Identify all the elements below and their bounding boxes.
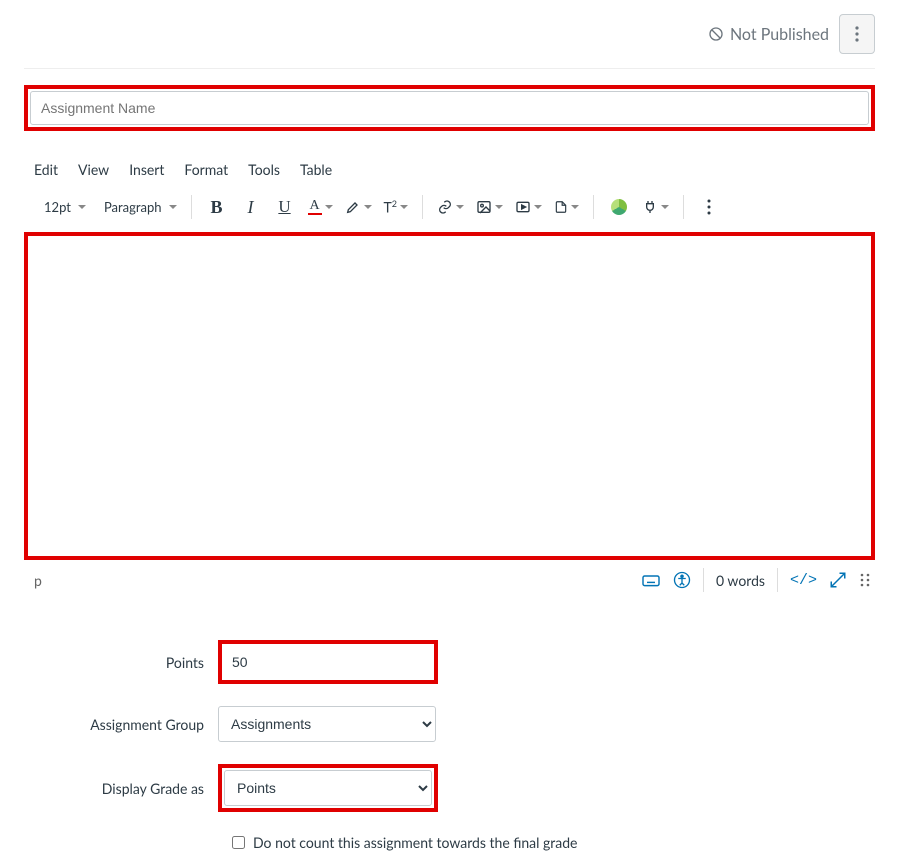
text-color-icon: A: [308, 199, 322, 215]
points-row: Points: [24, 640, 875, 684]
assignment-name-highlight: [24, 85, 875, 131]
more-options-button[interactable]: [839, 14, 875, 54]
display-grade-select[interactable]: Points: [224, 770, 432, 806]
menu-tools[interactable]: Tools: [248, 161, 280, 178]
editor-status-bar: p 0 words </>: [24, 560, 875, 600]
element-path[interactable]: p: [28, 572, 631, 589]
link-button[interactable]: [433, 192, 468, 222]
word-count[interactable]: 0 words: [716, 572, 765, 589]
image-icon: [476, 199, 492, 215]
menu-edit[interactable]: Edit: [34, 161, 58, 178]
points-label: Points: [24, 654, 204, 671]
fullscreen-button[interactable]: [829, 571, 847, 589]
media-icon: [515, 199, 531, 215]
display-grade-row: Display Grade as Points: [24, 764, 875, 812]
media-button[interactable]: [511, 192, 546, 222]
assignment-group-label: Assignment Group: [24, 716, 204, 733]
accessibility-icon: [673, 571, 691, 589]
no-count-row: Do not count this assignment towards the…: [232, 834, 875, 851]
accessibility-checker-button[interactable]: [673, 571, 691, 589]
status-separator: [777, 568, 778, 592]
editor-content-area[interactable]: [28, 236, 871, 556]
italic-button[interactable]: I: [236, 192, 266, 222]
expand-icon: [829, 571, 847, 589]
editor-body-highlight: [24, 232, 875, 560]
editor-toolbar: 12pt Paragraph B I U A T2: [24, 186, 875, 232]
superscript-icon: T2: [384, 198, 398, 216]
keyboard-icon: [641, 572, 661, 588]
menu-format[interactable]: Format: [184, 161, 228, 178]
resize-handle[interactable]: [859, 572, 871, 588]
toolbar-separator: [191, 195, 192, 219]
text-color-button[interactable]: A: [304, 192, 337, 222]
display-grade-label: Display Grade as: [24, 780, 204, 797]
bold-icon: B: [210, 197, 222, 218]
superscript-button[interactable]: T2: [380, 192, 413, 222]
assignment-name-input[interactable]: [30, 91, 869, 125]
status-separator: [703, 568, 704, 592]
prohibit-icon: [708, 26, 724, 42]
assignment-group-row: Assignment Group Assignments: [24, 706, 875, 742]
underline-icon: U: [278, 197, 290, 217]
italic-icon: I: [248, 197, 254, 218]
block-format-dropdown[interactable]: Paragraph: [94, 192, 181, 222]
menu-view[interactable]: View: [78, 161, 109, 178]
keyboard-shortcuts-button[interactable]: [641, 572, 661, 588]
plugin-button[interactable]: [638, 192, 673, 222]
image-button[interactable]: [472, 192, 507, 222]
menu-table[interactable]: Table: [300, 161, 332, 178]
highlight-color-button[interactable]: [341, 192, 376, 222]
menu-insert[interactable]: Insert: [129, 161, 164, 178]
toolbar-more-button[interactable]: [694, 192, 724, 222]
document-icon: [554, 199, 568, 215]
document-button[interactable]: [550, 192, 583, 222]
publish-status-text: Not Published: [730, 25, 829, 44]
toolbar-separator: [422, 195, 423, 219]
toolbar-separator: [593, 195, 594, 219]
kebab-icon: [855, 26, 859, 42]
editor-menubar: Edit View Insert Format Tools Table: [24, 149, 875, 186]
html-editor-toggle[interactable]: </>: [790, 572, 817, 589]
plug-icon: [642, 199, 658, 215]
apps-icon: [611, 199, 627, 215]
header-row: Not Published: [24, 10, 875, 69]
no-count-checkbox[interactable]: [232, 836, 245, 849]
no-count-label: Do not count this assignment towards the…: [253, 834, 577, 851]
points-input[interactable]: [224, 646, 432, 678]
font-size-dropdown[interactable]: 12pt: [34, 192, 90, 222]
kebab-icon: [707, 199, 711, 215]
toolbar-separator: [683, 195, 684, 219]
publish-status: Not Published: [708, 25, 829, 44]
assignment-group-select[interactable]: Assignments: [218, 706, 436, 742]
underline-button[interactable]: U: [270, 192, 300, 222]
bold-button[interactable]: B: [202, 192, 232, 222]
apps-button[interactable]: [604, 192, 634, 222]
link-icon: [437, 199, 453, 215]
drag-dots-icon: [859, 572, 871, 588]
highlighter-icon: [345, 199, 361, 215]
